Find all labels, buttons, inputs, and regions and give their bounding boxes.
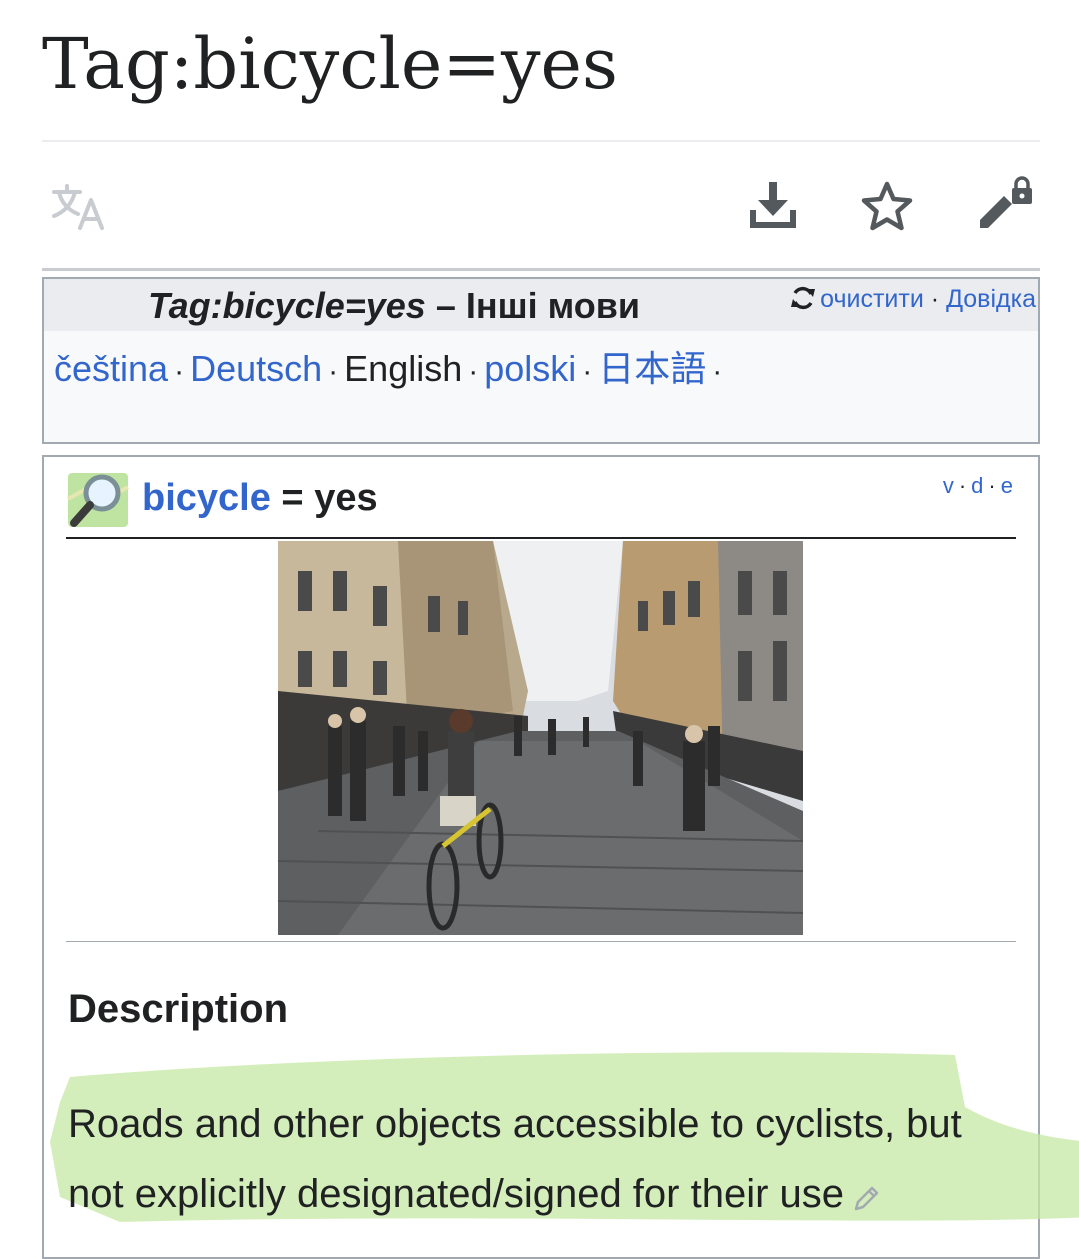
language-separator: ·	[582, 355, 593, 388]
edit-link[interactable]: e	[1001, 473, 1014, 498]
description-text-content: Roads and other objects accessible to cy…	[68, 1102, 962, 1216]
language-current-en: English	[344, 348, 463, 389]
language-box-tools: очистити · Довідка	[790, 285, 1036, 314]
language-separator: ·	[712, 355, 723, 388]
language-box-title: Tag:bicycle=yes – Інші мови	[148, 285, 640, 327]
tools-separator: ·	[930, 285, 940, 313]
refresh-icon[interactable]	[790, 285, 816, 311]
language-box-suffix: – Інші мови	[425, 285, 641, 326]
language-separator: ·	[328, 355, 339, 388]
description-heading: Description	[68, 987, 289, 1031]
page-actions-bar	[42, 170, 1040, 248]
edit-locked-icon[interactable]	[976, 176, 1034, 232]
key-link[interactable]: bicycle	[142, 477, 271, 519]
tag-equals: =	[270, 477, 315, 519]
infobox-tag-heading: bicycle = yes	[142, 477, 378, 520]
pencil-edit-icon[interactable]	[852, 1183, 882, 1213]
language-link-pl[interactable]: polski	[484, 348, 576, 389]
language-link-ja[interactable]: 日本語	[598, 348, 706, 389]
actions-divider	[42, 268, 1040, 271]
star-icon[interactable]	[860, 180, 914, 232]
help-link[interactable]: Довідка	[946, 285, 1036, 313]
vde-separator: ·	[958, 473, 968, 498]
view-link[interactable]: v	[943, 473, 955, 498]
language-box-header: Tag:bicycle=yes – Інші мови очистити · Д…	[44, 279, 1038, 331]
translate-icon[interactable]	[50, 182, 106, 232]
language-link-de[interactable]: Deutsch	[190, 348, 322, 389]
infobox-header-divider	[66, 537, 1016, 539]
title-divider	[42, 140, 1040, 142]
infobox-photo-divider	[66, 941, 1016, 942]
page-title: Tag:bicycle=yes	[42, 23, 618, 105]
discuss-link[interactable]: d	[971, 473, 984, 498]
tag-infobox: bicycle = yes v · d · e Description Road…	[42, 455, 1079, 1259]
osm-magnifier-logo	[67, 473, 129, 527]
vde-links: v · d · e	[943, 473, 1014, 499]
language-separator: ·	[468, 355, 479, 388]
description-text: Roads and other objects accessible to cy…	[68, 1089, 1028, 1229]
language-link-cs[interactable]: čeština	[54, 348, 168, 389]
language-list: čeština · Deutsch · English · polski · 日本語 ·	[54, 341, 774, 400]
language-box-tag: Tag:bicycle=yes	[148, 285, 426, 326]
purge-link[interactable]: очистити	[820, 285, 924, 313]
download-icon[interactable]	[748, 180, 798, 230]
language-separator: ·	[174, 355, 185, 388]
street-cyclist-photo[interactable]	[278, 541, 803, 935]
tag-value: yes	[314, 477, 378, 519]
vde-separator: ·	[988, 473, 997, 498]
language-box: Tag:bicycle=yes – Інші мови очистити · Д…	[42, 277, 1040, 444]
